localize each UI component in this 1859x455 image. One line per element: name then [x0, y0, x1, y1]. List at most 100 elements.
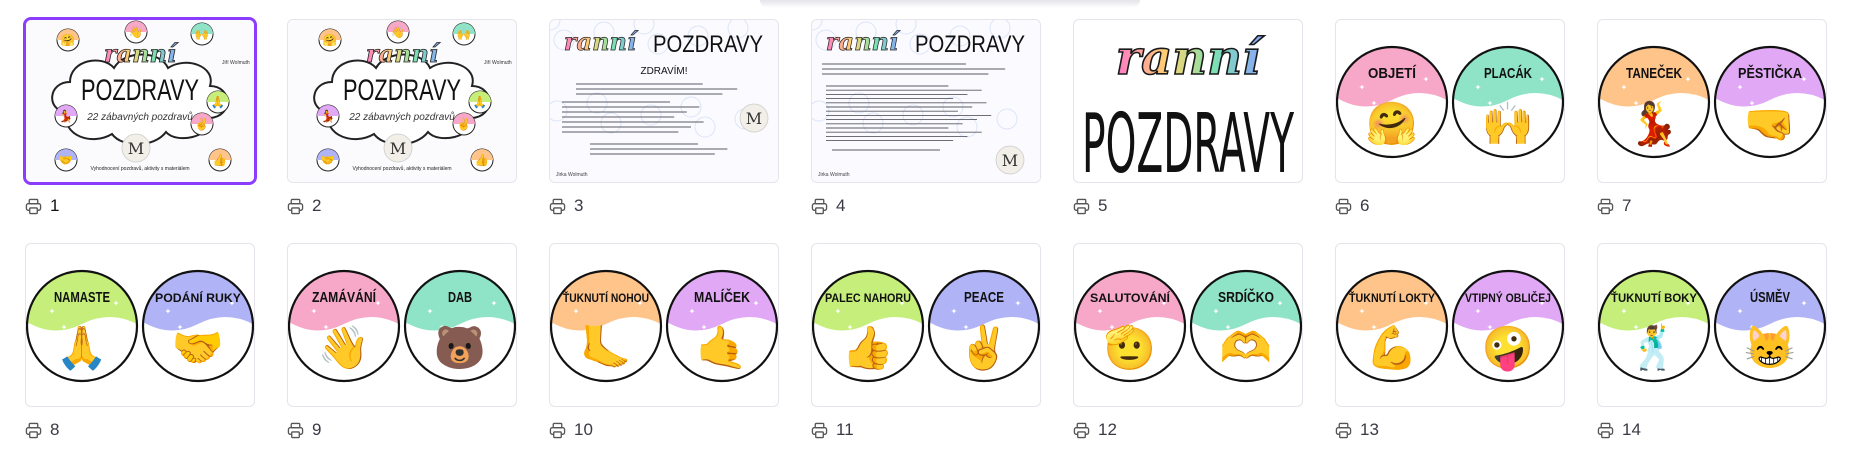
- page-meta: 10: [549, 420, 593, 440]
- greeting-badge-right: ✦✦✦ ✦PLACÁK🙌: [1451, 45, 1564, 159]
- badge-illustration-icon: 💪: [1366, 323, 1418, 372]
- page-number: 2: [312, 196, 322, 215]
- mini-greeting-badge: 🤗: [56, 28, 80, 52]
- credit: Jiří Wolmuth: [222, 60, 250, 66]
- print-icon: [25, 198, 42, 215]
- page-preview[interactable]: ✦ ✦ ✦ ✦ PALEC NAHORU 👍 ✦ ✦ ✦ ✦ PEACE ✌: [811, 243, 1041, 407]
- svg-text:M: M: [1002, 151, 1018, 170]
- page-preview[interactable]: ranní POZDRAVY 22 zábavných pozdravů Vyhodn…: [23, 17, 257, 185]
- page-thumbnail-6[interactable]: ✦ ✦ ✦ ✦ OBJETÍ 🤗 ✦ ✦ ✦ ✦ PLACÁK 🙌 6: [1335, 19, 1565, 243]
- page-thumbnail-14[interactable]: ✦ ✦ ✦ ✦ ŤUKNUTÍ BOKY 🕺 ✦ ✦ ✦ ✦ ÚSMĚV 😸 14: [1597, 243, 1827, 439]
- svg-text:✦: ✦: [1621, 83, 1628, 92]
- page-preview[interactable]: ✦ ✦ ✦ ✦ TANEČEK 💃 ✦ ✦ ✦ ✦ PĚSTIČKA 🤜: [1597, 19, 1827, 183]
- page-thumbnail-10[interactable]: ✦ ✦ ✦ ✦ ŤUKNUTÍ NOHOU 🦶 ✦ ✦ ✦ ✦ MALÍČEK 🤙 10: [549, 243, 779, 439]
- page-number: 13: [1360, 420, 1379, 439]
- page-preview[interactable]: ✦ ✦ ✦ ✦ ŤUKNUTÍ BOKY 🕺 ✦ ✦ ✦ ✦ ÚSMĚV 😸: [1597, 243, 1827, 407]
- page-meta: 2: [287, 196, 321, 216]
- page-thumbnail-9[interactable]: ✦ ✦ ✦ ✦ ZAMÁVÁNÍ 👋 ✦ ✦ ✦ ✦ DAB 🐻 9: [287, 243, 517, 439]
- svg-text:✦: ✦: [835, 307, 842, 316]
- svg-text:✦: ✦: [573, 307, 580, 316]
- mini-greeting-badge: 🙏: [468, 90, 492, 114]
- page-number: 4: [836, 196, 846, 215]
- svg-text:🙏: 🙏: [211, 95, 225, 109]
- page-preview[interactable]: ✦ ✦ ✦ ✦ SALUTOVÁNÍ 🫡 ✦ ✦ ✦ ✦ SRDÍČKO 🫶: [1073, 243, 1303, 407]
- page-thumbnail-5[interactable]: ranní POZDRAVY 5: [1073, 19, 1303, 243]
- page-preview-image: ✦✦✦ ✦ŤUKNUTÍ LOKTY💪✦✦✦ ✦VTIPNÝ OBLIČEJ🤪: [1336, 269, 1564, 383]
- page-preview-image: ranní POZDRAVY 22 zábavných pozdravů Vyhodn…: [26, 20, 254, 182]
- page-thumbnail-8[interactable]: ✦ ✦ ✦ ✦ NAMASTE 🙏 ✦ ✦ ✦ ✦ PODÁNÍ RUKY 🤝 8: [25, 243, 255, 439]
- title-script: ranní: [564, 27, 639, 56]
- badge-illustration-icon: 🐻: [434, 322, 486, 372]
- page-preview[interactable]: ranní POZDRAVY 22 zábavných pozdravů Vyhodn…: [287, 19, 517, 183]
- svg-text:✦: ✦: [1359, 83, 1366, 92]
- credit: Jiří Wolmuth: [484, 60, 512, 66]
- page-preview[interactable]: ✦ ✦ ✦ ✦ OBJETÍ 🤗 ✦ ✦ ✦ ✦ PLACÁK 🙌: [1335, 19, 1565, 183]
- mini-greeting-badge: 👋: [386, 20, 410, 44]
- page-number: 11: [836, 420, 854, 439]
- mini-greeting-badge: 💃: [54, 104, 78, 128]
- page-thumbnail-7[interactable]: ✦ ✦ ✦ ✦ TANEČEK 💃 ✦ ✦ ✦ ✦ PĚSTIČKA 🤜 7: [1597, 19, 1827, 243]
- bottom-text: Vyhodnocení pozdravů, aktivity s materiá…: [352, 165, 451, 172]
- print-icon: [811, 198, 828, 215]
- mini-greeting-badge: ✌: [452, 112, 476, 136]
- page-preview-image: ✦✦✦ ✦OBJETÍ🤗✦✦✦ ✦PLACÁK🙌: [1336, 45, 1564, 159]
- print-icon: [25, 422, 42, 439]
- badge-label: TANEČEK: [1626, 64, 1682, 82]
- page-number: 1: [50, 196, 60, 215]
- page-meta: 4: [811, 196, 845, 216]
- page-thumbnail-3[interactable]: ranní POZDRAVY ZDRAVÍM! M Jirka Wolmuth 3: [549, 19, 779, 243]
- page-meta: 14: [1597, 420, 1641, 440]
- greeting-badge-left: ✦✦✦ ✦OBJETÍ🤗: [1336, 45, 1449, 159]
- page-preview-image: ✦✦✦ ✦TANEČEK💃✦✦✦ ✦PĚSTIČKA🤜: [1598, 45, 1826, 159]
- page-preview[interactable]: ✦ ✦ ✦ ✦ NAMASTE 🙏 ✦ ✦ ✦ ✦ PODÁNÍ RUKY 🤝: [25, 243, 255, 407]
- page-meta: 3: [549, 196, 583, 216]
- svg-text:🤗: 🤗: [323, 33, 338, 47]
- badge-illustration-icon: 💃: [1628, 99, 1680, 149]
- greeting-badge-right: ✦✦✦ ✦ÚSMĚV😸: [1713, 269, 1826, 383]
- svg-text:✦: ✦: [1277, 299, 1284, 308]
- badge-illustration-icon: 🤪: [1482, 324, 1534, 373]
- page-meta: 9: [287, 420, 321, 440]
- svg-text:✦: ✦: [1097, 307, 1104, 316]
- badge-label: PALEC NAHORU: [825, 291, 911, 305]
- page-thumbnail-11[interactable]: ✦ ✦ ✦ ✦ PALEC NAHORU 👍 ✦ ✦ ✦ ✦ PEACE ✌ 11: [811, 243, 1041, 439]
- mini-greeting-badge: 🤝: [54, 148, 78, 172]
- page-thumbnail-2[interactable]: ranní POZDRAVY 22 zábavných pozdravů Vyhodn…: [287, 19, 517, 243]
- print-icon: [549, 422, 566, 439]
- svg-text:M: M: [390, 139, 406, 158]
- page-thumbnail-grid: ranní POZDRAVY 22 zábavných pozdravů Vyhodn…: [23, 17, 1827, 439]
- badge-illustration-icon: 👍: [842, 323, 894, 372]
- greeting-badge-right: ✦✦✦ ✦DAB🐻: [403, 269, 516, 383]
- svg-text:✦: ✦: [1475, 307, 1482, 316]
- page-meta: 5: [1073, 196, 1107, 216]
- page-preview[interactable]: ranní POZDRAVY ZDRAVÍM! M Jirka Wolmuth: [549, 19, 779, 183]
- page-preview[interactable]: ranní POZDRAVY M Jirka Wolmuth: [811, 19, 1041, 183]
- page-meta: 6: [1335, 196, 1369, 216]
- badge-illustration-icon: 😸: [1744, 324, 1796, 371]
- page-number: 6: [1360, 196, 1370, 215]
- title-script: ranní: [826, 27, 901, 56]
- mini-greeting-badge: 👍: [208, 148, 232, 172]
- page-meta: 7: [1597, 196, 1631, 216]
- greeting-badge-left: ✦✦✦ ✦ŤUKNUTÍ BOKY🕺: [1598, 269, 1711, 383]
- page-thumbnail-12[interactable]: ✦ ✦ ✦ ✦ SALUTOVÁNÍ 🫡 ✦ ✦ ✦ ✦ SRDÍČKO 🫶 12: [1073, 243, 1303, 439]
- badge-illustration-icon: 🕺: [1628, 322, 1680, 372]
- page-preview[interactable]: ranní POZDRAVY: [1073, 19, 1303, 183]
- page-preview-image: ✦✦✦ ✦PALEC NAHORU👍✦✦✦ ✦PEACE✌: [812, 269, 1040, 383]
- page-thumbnail-13[interactable]: ✦ ✦ ✦ ✦ ŤUKNUTÍ LOKTY 💪 ✦ ✦ ✦ ✦ VTIPNÝ OBLIČEJ 🤪 13: [1335, 243, 1565, 439]
- badge-illustration-icon: 🫡: [1104, 323, 1156, 371]
- page-preview[interactable]: ✦ ✦ ✦ ✦ ŤUKNUTÍ NOHOU 🦶 ✦ ✦ ✦ ✦ MALÍČEK 🤙: [549, 243, 779, 407]
- badge-illustration-icon: 👋: [318, 324, 370, 373]
- svg-text:✦: ✦: [1801, 299, 1808, 308]
- page-thumbnail-1[interactable]: ranní POZDRAVY 22 zábavných pozdravů Vyhodn…: [23, 17, 257, 243]
- mini-greeting-badge: 🤗: [318, 28, 342, 52]
- page-number: 10: [574, 420, 593, 439]
- greeting-badge-left: ✦✦✦ ✦SALUTOVÁNÍ🫡: [1074, 269, 1187, 383]
- page-thumbnail-4[interactable]: ranní POZDRAVY M Jirka Wolmuth 4: [811, 19, 1041, 243]
- svg-text:💃: 💃: [321, 109, 335, 123]
- svg-text:✦: ✦: [1621, 307, 1628, 316]
- page-preview[interactable]: ✦ ✦ ✦ ✦ ZAMÁVÁNÍ 👋 ✦ ✦ ✦ ✦ DAB 🐻: [287, 243, 517, 407]
- badge-label: ŤUKNUTÍ NOHOU: [563, 290, 649, 305]
- page-preview[interactable]: ✦ ✦ ✦ ✦ ŤUKNUTÍ LOKTY 💪 ✦ ✦ ✦ ✦ VTIPNÝ OBLIČEJ 🤪: [1335, 243, 1565, 407]
- mini-greeting-badge: ✌: [190, 112, 214, 136]
